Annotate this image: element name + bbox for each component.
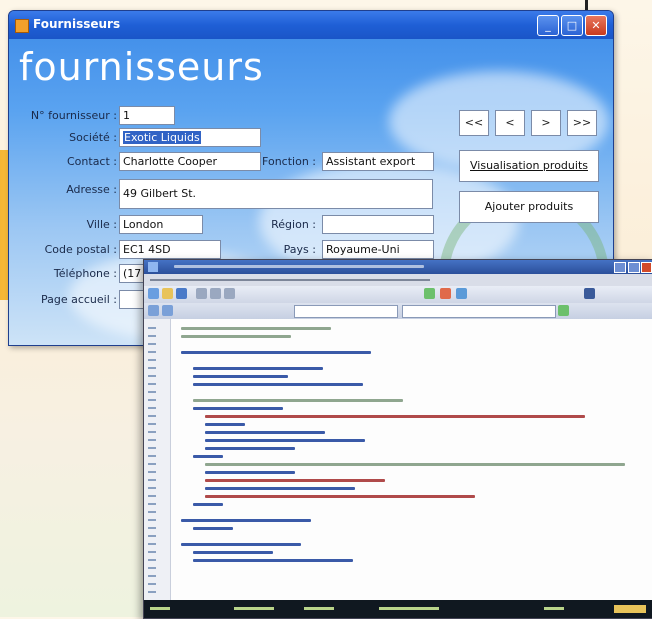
function-label: Fonction : <box>262 155 316 168</box>
save-icon[interactable] <box>176 288 187 299</box>
object-combo[interactable] <box>402 305 556 318</box>
editor-title-text <box>174 265 424 268</box>
editor-close-icon[interactable] <box>641 262 652 273</box>
view-products-label: Visualisation produits <box>470 159 588 172</box>
previous-record-button[interactable]: < <box>495 110 525 136</box>
debug-icon[interactable] <box>456 288 467 299</box>
editor-toolbar <box>144 286 652 303</box>
open-folder-icon[interactable] <box>162 288 173 299</box>
region-label: Région : <box>271 218 316 231</box>
add-products-button[interactable]: Ajouter produits <box>459 191 599 223</box>
country-label: Pays : <box>283 243 316 256</box>
toolbar-icon[interactable] <box>148 305 159 316</box>
run-icon[interactable] <box>424 288 435 299</box>
country-field[interactable]: Royaume-Uni <box>322 240 434 259</box>
toolbar-icon[interactable] <box>162 305 173 316</box>
function-field[interactable]: Assistant export <box>322 152 434 171</box>
editor-status-bar <box>144 600 652 618</box>
code-area[interactable] <box>171 319 652 600</box>
copy-icon[interactable] <box>210 288 221 299</box>
paste-icon[interactable] <box>224 288 235 299</box>
last-record-button[interactable]: >> <box>567 110 597 136</box>
homepage-label: Page accueil : <box>40 293 117 306</box>
contact-field[interactable]: Charlotte Cooper <box>119 152 261 171</box>
supplier-no-field[interactable]: 1 <box>119 106 175 125</box>
company-field[interactable]: Exotic Liquids <box>119 128 261 147</box>
status-item <box>379 607 439 610</box>
editor-secondary-toolbar <box>144 303 652 319</box>
title-bar[interactable]: Fournisseurs _ □ ✕ <box>9 11 613 39</box>
next-record-button[interactable]: > <box>531 110 561 136</box>
close-button[interactable]: ✕ <box>585 15 607 36</box>
stop-icon[interactable] <box>440 288 451 299</box>
new-file-icon[interactable] <box>148 288 159 299</box>
editor-minimize-icon[interactable] <box>614 262 626 273</box>
postal-code-field[interactable]: EC1 4SD <box>119 240 221 259</box>
city-label: Ville : <box>86 218 117 231</box>
city-field[interactable]: London <box>119 215 203 234</box>
toolbar-icon[interactable] <box>558 305 569 316</box>
company-label: Société : <box>69 131 117 144</box>
contact-label: Contact : <box>67 155 117 168</box>
line-number-gutter <box>144 319 171 600</box>
editor-menu-bar[interactable] <box>144 274 652 286</box>
procedure-combo[interactable] <box>294 305 398 318</box>
address-field[interactable]: 49 Gilbert St. <box>119 179 433 209</box>
postal-code-label: Code postal : <box>44 243 117 256</box>
maximize-button[interactable]: □ <box>561 15 583 36</box>
supplier-no-label: N° fournisseur : <box>30 109 117 122</box>
minimize-button[interactable]: _ <box>537 15 559 36</box>
region-field[interactable] <box>322 215 434 234</box>
address-label: Adresse : <box>66 183 117 196</box>
app-icon <box>15 19 29 33</box>
status-item <box>150 607 170 610</box>
editor-app-icon <box>148 262 158 272</box>
window-title: Fournisseurs <box>33 17 121 31</box>
editor-menu-items[interactable] <box>150 279 430 281</box>
first-record-button[interactable]: << <box>459 110 489 136</box>
view-products-button[interactable]: Visualisation produits <box>459 150 599 182</box>
status-item <box>234 607 274 610</box>
settings-icon[interactable] <box>584 288 595 299</box>
company-selected-text: Exotic Liquids <box>123 131 201 144</box>
cut-icon[interactable] <box>196 288 207 299</box>
phone-label: Téléphone : <box>53 267 117 280</box>
status-item <box>304 607 334 610</box>
code-editor-window <box>143 259 652 619</box>
status-highlight <box>614 605 646 613</box>
status-item <box>544 607 564 610</box>
editor-title-bar[interactable] <box>144 260 652 274</box>
page-title: fournisseurs <box>19 45 264 89</box>
editor-maximize-icon[interactable] <box>628 262 640 273</box>
